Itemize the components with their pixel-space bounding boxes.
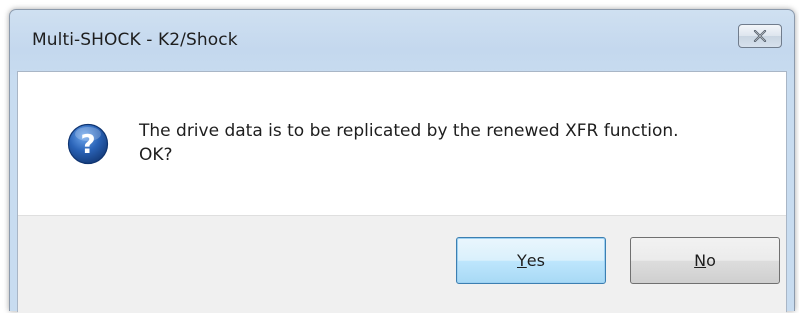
message-line-1: The drive data is to be replicated by th… [139, 121, 679, 141]
message-area: ? The drive data is to be replicated by … [18, 72, 786, 215]
window-title: Multi-SHOCK - K2/Shock [32, 30, 238, 50]
yes-accelerator: Y [517, 251, 527, 270]
no-accelerator: N [694, 251, 707, 270]
close-button[interactable] [738, 24, 782, 48]
no-label-rest: o [706, 251, 716, 270]
close-x-icon [753, 27, 767, 46]
dialog-content: ? The drive data is to be replicated by … [17, 71, 787, 313]
message-text: The drive data is to be replicated by th… [139, 119, 679, 167]
yes-button[interactable]: Yes [456, 237, 606, 284]
yes-label-rest: es [526, 251, 545, 270]
no-button[interactable]: No [630, 237, 780, 284]
message-dialog: Multi-SHOCK - K2/Shock ? The drive data … [9, 9, 795, 313]
message-line-2: OK? [139, 145, 173, 165]
svg-text:?: ? [80, 130, 95, 160]
button-area: Yes No [18, 215, 786, 313]
question-mark-icon: ? [67, 123, 109, 165]
title-bar[interactable]: Multi-SHOCK - K2/Shock [10, 10, 794, 72]
